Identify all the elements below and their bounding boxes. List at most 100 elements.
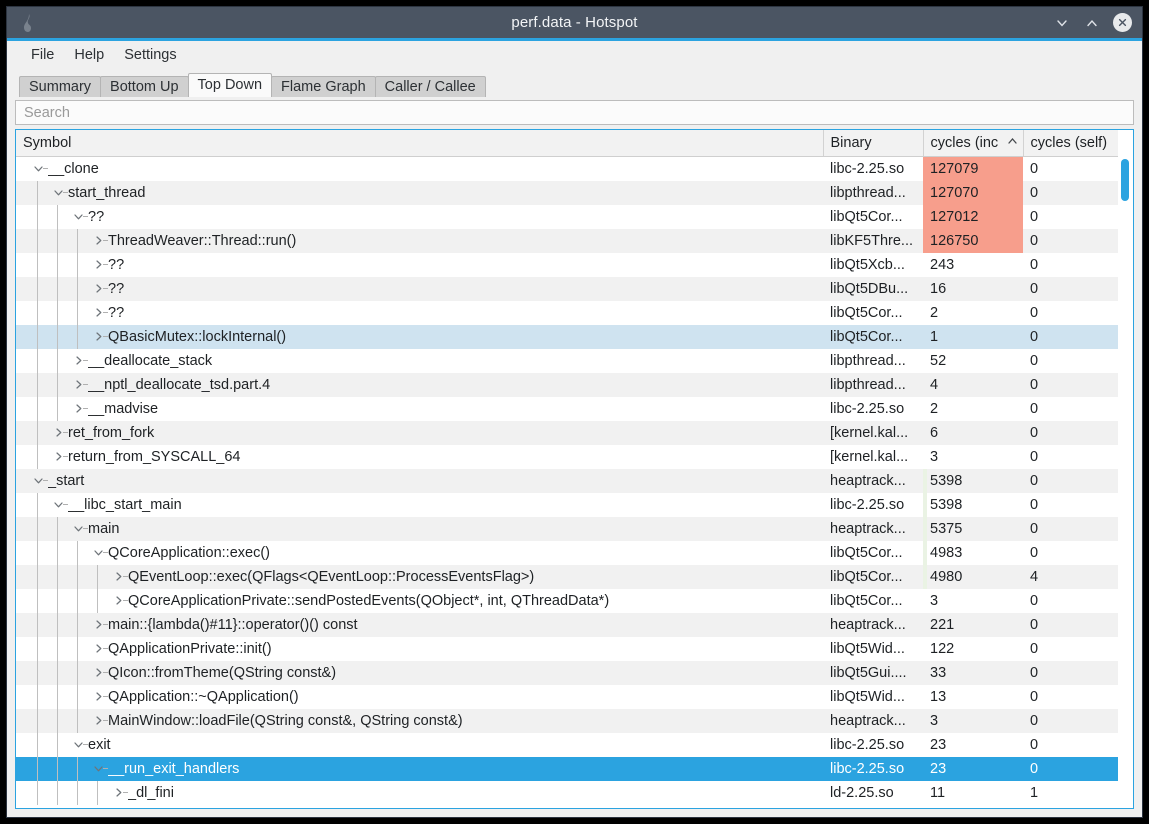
cell-symbol[interactable]: __run_exit_handlers xyxy=(16,757,823,781)
chevron-right-icon[interactable] xyxy=(88,613,108,637)
cell-symbol[interactable]: _start xyxy=(16,469,823,493)
search-input[interactable] xyxy=(15,100,1134,125)
tab-summary[interactable]: Summary xyxy=(19,76,101,97)
close-icon[interactable] xyxy=(1113,13,1132,32)
table-row[interactable]: _dl_finild-2.25.so111 xyxy=(16,781,1118,805)
cell-symbol[interactable]: main::{lambda()#11}::operator()() const xyxy=(16,613,823,637)
scrollbar-thumb[interactable] xyxy=(1121,159,1129,201)
chevron-down-icon[interactable] xyxy=(28,469,48,493)
cell-symbol[interactable]: __libc_start_main xyxy=(16,493,823,517)
cell-symbol[interactable]: QBasicMutex::lockInternal() xyxy=(16,325,823,349)
table-row[interactable]: QCoreApplication::exec()libQt5Cor...4983… xyxy=(16,541,1118,565)
chevron-down-icon[interactable] xyxy=(48,493,68,517)
cell-symbol[interactable]: QCoreApplicationPrivate::sendPostedEvent… xyxy=(16,589,823,613)
column-header-binary[interactable]: Binary xyxy=(823,130,923,156)
table-row[interactable]: QApplicationPrivate::init()libQt5Wid...1… xyxy=(16,637,1118,661)
menu-item-file[interactable]: File xyxy=(21,44,64,66)
cell-symbol[interactable]: _dl_fini xyxy=(16,781,823,805)
tab-flame-graph[interactable]: Flame Graph xyxy=(271,76,376,97)
chevron-right-icon[interactable] xyxy=(48,445,68,469)
table-row[interactable]: MainWindow::loadFile(QString const&, QSt… xyxy=(16,709,1118,733)
cell-symbol[interactable]: MainWindow::loadFile(QString const&, QSt… xyxy=(16,709,823,733)
cell-symbol[interactable]: ?? xyxy=(16,301,823,325)
tab-caller-callee[interactable]: Caller / Callee xyxy=(375,76,486,97)
chevron-down-icon[interactable] xyxy=(88,541,108,565)
cell-symbol[interactable]: ThreadWeaver::Thread::run() xyxy=(16,229,823,253)
chevron-right-icon[interactable] xyxy=(108,565,128,589)
chevron-right-icon[interactable] xyxy=(68,373,88,397)
chevron-right-icon[interactable] xyxy=(88,325,108,349)
table-row[interactable]: __deallocate_stacklibpthread...520 xyxy=(16,349,1118,373)
chevron-right-icon[interactable] xyxy=(88,253,108,277)
chevron-right-icon[interactable] xyxy=(88,229,108,253)
chevron-down-icon[interactable] xyxy=(88,757,108,781)
chevron-right-icon[interactable] xyxy=(88,301,108,325)
chevron-right-icon[interactable] xyxy=(88,709,108,733)
tab-top-down[interactable]: Top Down xyxy=(188,73,272,97)
chevron-right-icon[interactable] xyxy=(48,421,68,445)
cell-symbol[interactable]: __madvise xyxy=(16,397,823,421)
cell-symbol[interactable]: __nptl_deallocate_tsd.part.4 xyxy=(16,373,823,397)
chevron-down-icon[interactable] xyxy=(28,157,48,181)
table-row[interactable]: return_from_SYSCALL_64[kernel.kal...30 xyxy=(16,445,1118,469)
table-row[interactable]: __run_exit_handlerslibc-2.25.so230 xyxy=(16,757,1118,781)
table-row[interactable]: mainheaptrack...53750 xyxy=(16,517,1118,541)
chevron-right-icon[interactable] xyxy=(68,349,88,373)
cell-symbol[interactable]: __clone xyxy=(16,156,823,181)
cell-symbol[interactable]: ?? xyxy=(16,253,823,277)
cell-symbol[interactable]: QApplication::~QApplication() xyxy=(16,685,823,709)
vertical-scrollbar[interactable] xyxy=(1118,157,1132,807)
tab-bottom-up[interactable]: Bottom Up xyxy=(100,76,189,97)
symbol-label: main xyxy=(88,517,123,541)
table-row[interactable]: exitlibc-2.25.so230 xyxy=(16,733,1118,757)
table-row[interactable]: ??libQt5Cor...20 xyxy=(16,301,1118,325)
table-row[interactable]: ??libQt5Xcb...2430 xyxy=(16,253,1118,277)
cell-symbol[interactable]: QApplicationPrivate::init() xyxy=(16,637,823,661)
table-row[interactable]: __nptl_deallocate_tsd.part.4libpthread..… xyxy=(16,373,1118,397)
chevron-right-icon[interactable] xyxy=(88,637,108,661)
chevron-down-icon[interactable] xyxy=(48,181,68,205)
chevron-right-icon[interactable] xyxy=(88,661,108,685)
column-header-cycles-inclusive[interactable]: cycles (inc xyxy=(923,130,1023,156)
chevron-down-icon[interactable] xyxy=(68,517,88,541)
table-row[interactable]: __libc_start_mainlibc-2.25.so53980 xyxy=(16,493,1118,517)
cell-symbol[interactable]: QEventLoop::exec(QFlags<QEventLoop::Proc… xyxy=(16,565,823,589)
table-row[interactable]: ThreadWeaver::Thread::run()libKF5Thre...… xyxy=(16,229,1118,253)
menu-item-settings[interactable]: Settings xyxy=(114,44,186,66)
menu-item-help[interactable]: Help xyxy=(64,44,114,66)
table-row[interactable]: ??libQt5DBu...160 xyxy=(16,277,1118,301)
cell-symbol[interactable]: __deallocate_stack xyxy=(16,349,823,373)
chevron-right-icon[interactable] xyxy=(88,277,108,301)
table-row[interactable]: start_threadlibpthread...1270700 xyxy=(16,181,1118,205)
table-row[interactable]: QIcon::fromTheme(QString const&)libQt5Gu… xyxy=(16,661,1118,685)
chevron-down-icon[interactable] xyxy=(68,733,88,757)
table-row[interactable]: ??libQt5Cor...1270120 xyxy=(16,205,1118,229)
column-header-symbol[interactable]: Symbol xyxy=(16,130,823,156)
chevron-right-icon[interactable] xyxy=(108,589,128,613)
cell-symbol[interactable]: return_from_SYSCALL_64 xyxy=(16,445,823,469)
minimize-icon[interactable] xyxy=(1053,14,1070,31)
cell-symbol[interactable]: ?? xyxy=(16,277,823,301)
chevron-right-icon[interactable] xyxy=(108,781,128,805)
table-row[interactable]: QBasicMutex::lockInternal()libQt5Cor...1… xyxy=(16,325,1118,349)
cell-symbol[interactable]: QIcon::fromTheme(QString const&) xyxy=(16,661,823,685)
table-row[interactable]: __clonelibc-2.25.so1270790 xyxy=(16,156,1118,181)
cell-symbol[interactable]: ?? xyxy=(16,205,823,229)
maximize-icon[interactable] xyxy=(1083,14,1100,31)
cell-symbol[interactable]: ret_from_fork xyxy=(16,421,823,445)
cell-symbol[interactable]: exit xyxy=(16,733,823,757)
table-row[interactable]: __madviselibc-2.25.so20 xyxy=(16,397,1118,421)
chevron-right-icon[interactable] xyxy=(68,397,88,421)
table-row[interactable]: QEventLoop::exec(QFlags<QEventLoop::Proc… xyxy=(16,565,1118,589)
cell-symbol[interactable]: main xyxy=(16,517,823,541)
cell-symbol[interactable]: start_thread xyxy=(16,181,823,205)
table-row[interactable]: ret_from_fork[kernel.kal...60 xyxy=(16,421,1118,445)
chevron-down-icon[interactable] xyxy=(68,205,88,229)
chevron-right-icon[interactable] xyxy=(88,685,108,709)
column-header-cycles-self[interactable]: cycles (self) xyxy=(1023,130,1118,156)
table-row[interactable]: QApplication::~QApplication()libQt5Wid..… xyxy=(16,685,1118,709)
table-row[interactable]: _startheaptrack...53980 xyxy=(16,469,1118,493)
table-row[interactable]: main::{lambda()#11}::operator()() consth… xyxy=(16,613,1118,637)
table-row[interactable]: QCoreApplicationPrivate::sendPostedEvent… xyxy=(16,589,1118,613)
cell-symbol[interactable]: QCoreApplication::exec() xyxy=(16,541,823,565)
